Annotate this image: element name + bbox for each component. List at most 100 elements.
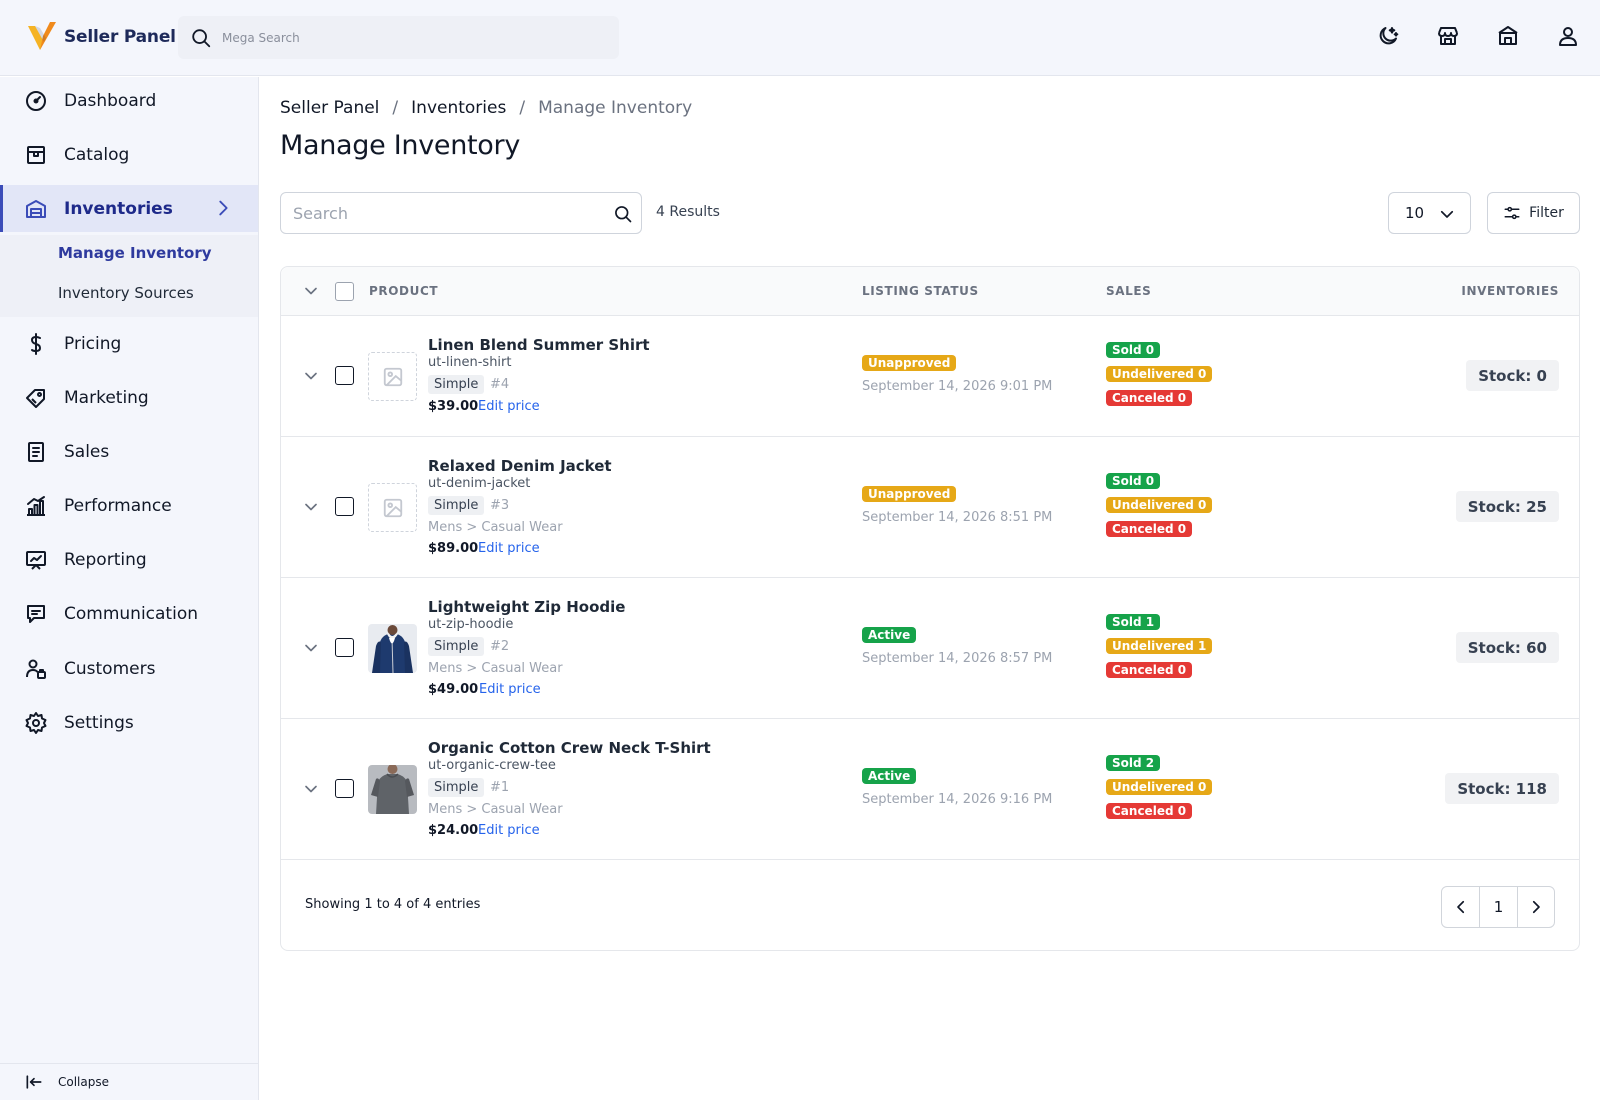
product-sku: ut-zip-hoodie bbox=[428, 617, 514, 632]
product-category: Mens > Casual Wear bbox=[428, 661, 563, 676]
inventory-search-box[interactable] bbox=[280, 192, 642, 234]
pagination-summary: Showing 1 to 4 of 4 entries bbox=[305, 897, 481, 912]
table-row: Relaxed Denim Jacket ut-denim-jacket Sim… bbox=[281, 437, 1579, 578]
sidebar-item-sales[interactable]: Sales bbox=[0, 428, 258, 475]
product-type-badge: Simple bbox=[428, 496, 485, 515]
expand-row-chevron-icon[interactable] bbox=[301, 779, 321, 799]
product-sku: ut-linen-shirt bbox=[428, 355, 512, 370]
user-icon[interactable] bbox=[1556, 24, 1580, 48]
image-placeholder-icon bbox=[383, 367, 402, 386]
sidebar-item-marketing[interactable]: Marketing bbox=[0, 374, 258, 421]
expand-row-chevron-icon[interactable] bbox=[301, 366, 321, 386]
undelivered-badge: Undelivered 1 bbox=[1106, 638, 1213, 654]
row-checkbox[interactable] bbox=[335, 779, 354, 798]
receipt-icon bbox=[24, 440, 48, 464]
app-logo[interactable]: Seller Panel bbox=[26, 20, 176, 54]
store-icon[interactable] bbox=[1436, 24, 1460, 48]
sidebar-item-label: Sales bbox=[64, 441, 110, 462]
canceled-badge: Canceled 0 bbox=[1106, 521, 1193, 537]
sidebar-item-customers[interactable]: Customers bbox=[0, 645, 258, 692]
canceled-badge: Canceled 0 bbox=[1106, 803, 1193, 819]
breadcrumb-link-inventories[interactable]: Inventories bbox=[411, 98, 506, 118]
canceled-badge: Canceled 0 bbox=[1106, 390, 1193, 406]
subnav-item-manage-inventory[interactable]: Manage Inventory bbox=[58, 244, 212, 262]
sidebar-item-label: Customers bbox=[64, 658, 156, 679]
expand-row-chevron-icon[interactable] bbox=[301, 638, 321, 658]
filter-button[interactable]: Filter bbox=[1487, 192, 1580, 234]
undelivered-badge: Undelivered 0 bbox=[1106, 779, 1213, 795]
results-count: 4 Results bbox=[656, 204, 720, 220]
collapse-sidebar-button[interactable]: Collapse bbox=[0, 1063, 258, 1100]
expand-all-chevron-icon[interactable] bbox=[301, 281, 321, 301]
product-name[interactable]: Lightweight Zip Hoodie bbox=[428, 598, 625, 616]
product-price: $89.00 bbox=[428, 541, 479, 556]
stock-badge: Stock: 118 bbox=[1445, 773, 1559, 804]
stock-badge: Stock: 0 bbox=[1466, 360, 1559, 391]
expand-row-chevron-icon[interactable] bbox=[301, 497, 321, 517]
edit-price-link[interactable]: Edit price bbox=[478, 823, 540, 838]
undelivered-badge: Undelivered 0 bbox=[1106, 366, 1213, 382]
sidebar-item-reporting[interactable]: Reporting bbox=[0, 536, 258, 583]
product-number: #3 bbox=[490, 498, 510, 513]
column-header-inventories[interactable]: INVENTORIES bbox=[1461, 284, 1559, 298]
moon-icon[interactable] bbox=[1376, 24, 1400, 48]
hoodie-image bbox=[368, 624, 417, 673]
collapse-label: Collapse bbox=[58, 1075, 109, 1089]
product-name[interactable]: Linen Blend Summer Shirt bbox=[428, 336, 650, 354]
sidebar: Dashboard Catalog Inventories Manage Inv… bbox=[0, 77, 259, 1100]
inventory-search-input[interactable] bbox=[293, 193, 603, 233]
search-icon bbox=[190, 27, 212, 49]
edit-price-link[interactable]: Edit price bbox=[479, 682, 541, 697]
product-price: $49.00 bbox=[428, 682, 479, 697]
listing-date: September 14, 2026 8:57 PM bbox=[862, 651, 1053, 666]
row-checkbox[interactable] bbox=[335, 497, 354, 516]
sidebar-item-label: Inventories bbox=[64, 198, 173, 219]
sidebar-item-label: Catalog bbox=[64, 144, 130, 165]
edit-price-link[interactable]: Edit price bbox=[478, 541, 540, 556]
sidebar-item-catalog[interactable]: Catalog bbox=[0, 131, 258, 178]
chevron-right-icon bbox=[1532, 900, 1540, 914]
product-price: $39.00 bbox=[428, 399, 479, 414]
product-price: $24.00 bbox=[428, 823, 479, 838]
next-page-button[interactable] bbox=[1516, 887, 1554, 927]
mega-search-input[interactable] bbox=[222, 16, 602, 59]
listing-date: September 14, 2026 8:51 PM bbox=[862, 510, 1053, 525]
row-checkbox[interactable] bbox=[335, 638, 354, 657]
listing-status-badge: Active bbox=[862, 768, 917, 784]
select-all-checkbox[interactable] bbox=[335, 282, 354, 301]
product-name[interactable]: Organic Cotton Crew Neck T-Shirt bbox=[428, 739, 711, 757]
column-header-product[interactable]: PRODUCT bbox=[369, 284, 438, 298]
sidebar-item-label: Marketing bbox=[64, 387, 149, 408]
sidebar-item-pricing[interactable]: Pricing bbox=[0, 320, 258, 367]
per-page-select[interactable]: 10 bbox=[1388, 192, 1471, 234]
sidebar-item-communication[interactable]: Communication bbox=[0, 590, 258, 637]
sidebar-item-label: Dashboard bbox=[64, 90, 157, 111]
product-name[interactable]: Relaxed Denim Jacket bbox=[428, 457, 612, 475]
search-icon[interactable] bbox=[613, 204, 633, 224]
breadcrumb-link-seller-panel[interactable]: Seller Panel bbox=[280, 98, 379, 118]
filter-label: Filter bbox=[1529, 205, 1564, 221]
chart-icon bbox=[24, 494, 48, 518]
mega-search-bar[interactable] bbox=[178, 16, 619, 59]
previous-page-button[interactable] bbox=[1442, 887, 1479, 927]
tag-icon bbox=[24, 386, 48, 410]
bank-icon[interactable] bbox=[1496, 24, 1520, 48]
sidebar-item-inventories[interactable]: Inventories bbox=[0, 185, 258, 232]
column-header-sales[interactable]: SALES bbox=[1106, 284, 1151, 298]
listing-status-badge: Unapproved bbox=[862, 355, 957, 371]
sidebar-item-dashboard[interactable]: Dashboard bbox=[0, 77, 258, 124]
edit-price-link[interactable]: Edit price bbox=[478, 399, 540, 414]
sidebar-item-performance[interactable]: Performance bbox=[0, 482, 258, 529]
dollar-icon bbox=[24, 332, 48, 356]
breadcrumb-separator: / bbox=[519, 98, 526, 118]
sidebar-item-label: Performance bbox=[64, 495, 172, 516]
breadcrumb: Seller Panel / Inventories / Manage Inve… bbox=[280, 98, 692, 118]
chevron-down-icon bbox=[1440, 210, 1454, 218]
row-checkbox[interactable] bbox=[335, 366, 354, 385]
sidebar-item-settings[interactable]: Settings bbox=[0, 699, 258, 746]
top-header: Seller Panel bbox=[0, 0, 1600, 76]
column-header-listing-status[interactable]: LISTING STATUS bbox=[862, 284, 979, 298]
subnav-item-inventory-sources[interactable]: Inventory Sources bbox=[58, 284, 194, 302]
sold-badge: Sold 2 bbox=[1106, 755, 1161, 771]
page-button-1[interactable]: 1 bbox=[1479, 887, 1516, 927]
